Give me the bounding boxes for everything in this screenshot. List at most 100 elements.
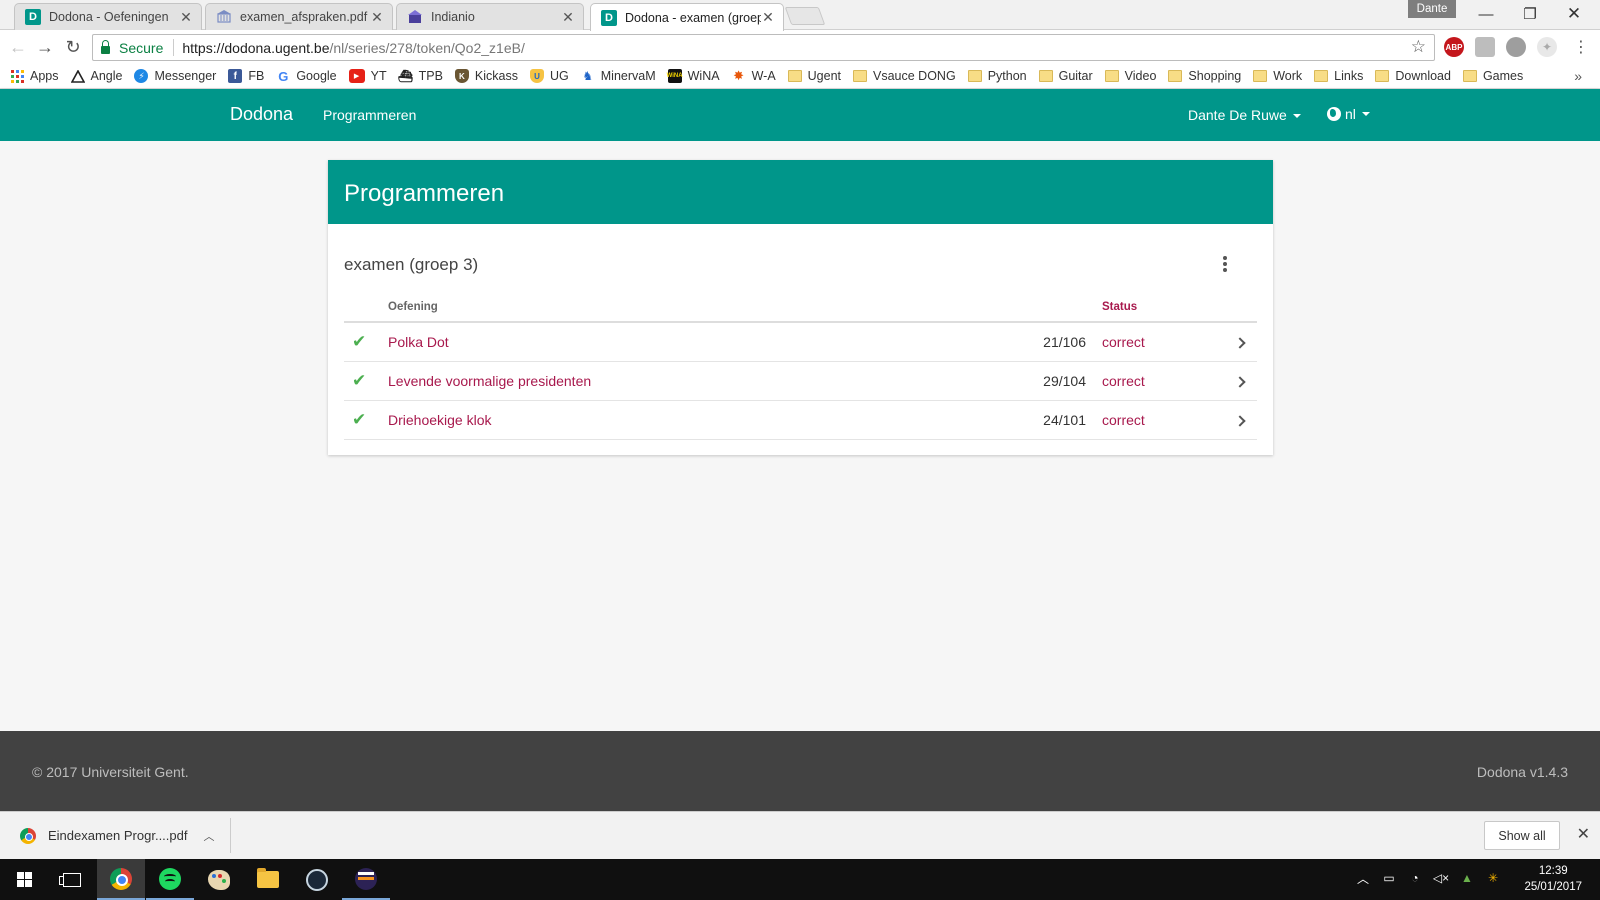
- close-tab-icon[interactable]: ✕: [561, 9, 575, 26]
- drive-sync-icon[interactable]: ▲: [1460, 871, 1474, 885]
- status-link[interactable]: correct: [1102, 400, 1222, 440]
- bookmark-angle[interactable]: Angle: [70, 69, 122, 83]
- bookmark-apps[interactable]: Apps: [10, 69, 59, 83]
- browser-menu-icon[interactable]: ⋮: [1569, 35, 1593, 59]
- bookmark-tpb[interactable]: ⛴ TPB: [398, 69, 443, 83]
- close-tab-icon[interactable]: ✕: [761, 9, 775, 26]
- show-all-button[interactable]: Show all: [1484, 821, 1560, 850]
- bookmark-yt[interactable]: ▶ YT: [348, 69, 387, 83]
- chevron-right-icon[interactable]: [1233, 415, 1246, 427]
- profile-badge[interactable]: Dante: [1408, 0, 1456, 18]
- bookmarks-bar: Apps Angle ⚡ Messenger f FB G Google ▶ YT ⛴ T…: [0, 64, 1600, 89]
- new-tab-button[interactable]: [784, 7, 826, 25]
- browser-tab[interactable]: Indianio ✕: [396, 3, 584, 30]
- download-filename: Eindexamen Progr....pdf: [48, 828, 188, 843]
- taskbar-explorer[interactable]: [244, 859, 292, 900]
- taskbar-paint[interactable]: [195, 859, 243, 900]
- close-shelf-icon[interactable]: ✕: [1577, 824, 1590, 844]
- address-bar[interactable]: Secure https://dodona.ugent.be/nl/series…: [92, 34, 1435, 61]
- bookmark-label: Messenger: [154, 69, 217, 83]
- taskbar-spotify[interactable]: [146, 859, 194, 900]
- table-row[interactable]: ✔ Levende voormalige presidenten 29/104 …: [344, 361, 1257, 401]
- exercise-link[interactable]: Levende voormalige presidenten: [388, 361, 992, 401]
- status-link[interactable]: correct: [1102, 322, 1222, 362]
- exercise-link[interactable]: Driehoekige klok: [388, 400, 992, 440]
- extension-leaf-icon[interactable]: ✦: [1537, 37, 1557, 57]
- paint-icon: [208, 869, 230, 890]
- bookmark-folder-ugent[interactable]: Ugent: [787, 69, 841, 83]
- download-item[interactable]: Eindexamen Progr....pdf ︿: [16, 818, 231, 853]
- caret-down-icon: [1292, 114, 1301, 119]
- more-options-icon[interactable]: [1219, 254, 1231, 274]
- wifi-icon[interactable]: ◔: [1408, 871, 1422, 885]
- back-arrow-icon[interactable]: ←: [6, 35, 30, 59]
- chevron-up-icon[interactable]: ︿: [203, 828, 214, 844]
- bookmark-folder-games[interactable]: Games: [1462, 69, 1524, 83]
- page-footer: © 2017 Universiteit Gent. Dodona v1.4.3: [0, 731, 1600, 811]
- bookmark-folder-vsauce[interactable]: Vsauce DONG: [853, 69, 956, 83]
- photos-icon[interactable]: ✳: [1486, 871, 1500, 885]
- bookmark-wina[interactable]: WiNA WiNA: [667, 69, 720, 83]
- close-window-icon[interactable]: ✕: [1552, 0, 1596, 28]
- checkmark-icon: ✔: [352, 331, 367, 351]
- battery-icon[interactable]: ▭: [1382, 871, 1396, 885]
- bookmark-fb[interactable]: f FB: [228, 69, 264, 83]
- bookmark-folder-shopping[interactable]: Shopping: [1168, 69, 1241, 83]
- nav-link-programmeren[interactable]: Programmeren: [323, 107, 416, 123]
- bookmark-wa[interactable]: ✸ W-A: [732, 68, 776, 83]
- folder-icon: [1038, 70, 1053, 82]
- bookmark-folder-download[interactable]: Download: [1375, 69, 1451, 83]
- browser-tab-active[interactable]: D Dodona - examen (groep ✕: [590, 3, 784, 31]
- forward-arrow-icon[interactable]: →: [33, 35, 57, 59]
- minimize-icon[interactable]: —: [1464, 0, 1508, 28]
- bookmark-label: Vsauce DONG: [873, 69, 956, 83]
- volume-muted-icon[interactable]: ◁×: [1433, 871, 1449, 885]
- bookmark-kickass[interactable]: K Kickass: [454, 69, 518, 83]
- bookmark-label: Games: [1482, 69, 1524, 83]
- bookmark-minervam[interactable]: ♞ MinervaM: [581, 69, 655, 83]
- language-menu[interactable]: nl: [1327, 106, 1370, 122]
- table-row[interactable]: ✔ Driehoekige klok 24/101 correct: [344, 400, 1257, 440]
- tab-title: Dodona - Oefeningen: [49, 10, 169, 24]
- bookmark-folder-video[interactable]: Video: [1104, 69, 1156, 83]
- bookmark-google[interactable]: G Google: [276, 69, 336, 84]
- bookmark-ug[interactable]: U UG: [530, 69, 569, 83]
- abp-icon[interactable]: ABP: [1444, 37, 1464, 57]
- brand-logo[interactable]: Dodona: [230, 104, 293, 125]
- user-menu[interactable]: Dante De Ruwe: [1188, 107, 1301, 123]
- tab-title: Dodona - examen (groep: [625, 10, 761, 25]
- restore-icon[interactable]: ❐: [1508, 0, 1552, 28]
- chevron-right-icon[interactable]: [1233, 337, 1246, 349]
- close-tab-icon[interactable]: ✕: [370, 9, 384, 26]
- start-button[interactable]: [0, 859, 48, 900]
- exercise-link[interactable]: Polka Dot: [388, 322, 992, 362]
- bookmark-label: Work: [1273, 69, 1303, 83]
- version-label: Dodona v1.4.3: [1476, 764, 1568, 780]
- bookmark-messenger[interactable]: ⚡ Messenger: [134, 69, 216, 83]
- bookmark-folder-work[interactable]: Work: [1253, 69, 1302, 83]
- drive-icon[interactable]: [1475, 37, 1495, 57]
- close-tab-icon[interactable]: ✕: [179, 9, 193, 26]
- bookmarks-overflow-icon[interactable]: »: [1574, 68, 1582, 84]
- browser-tab[interactable]: D Dodona - Oefeningen ✕: [14, 3, 202, 30]
- chrome-file-icon: [20, 827, 36, 844]
- bookmark-folder-python[interactable]: Python: [967, 69, 1027, 83]
- windows-taskbar: ︿ ▭ ◔ ◁× ▲ ✳ 12:39 25/01/2017: [0, 859, 1600, 900]
- status-link[interactable]: correct: [1102, 361, 1222, 401]
- column-header-check: [344, 293, 388, 323]
- bookmark-star-icon[interactable]: ☆: [1411, 37, 1426, 57]
- bookmark-folder-guitar[interactable]: Guitar: [1038, 69, 1093, 83]
- taskbar-eclipse[interactable]: [342, 859, 390, 900]
- system-clock[interactable]: 12:39 25/01/2017: [1524, 863, 1582, 895]
- taskbar-chrome[interactable]: [97, 859, 145, 900]
- task-view-button[interactable]: [48, 859, 96, 900]
- chevron-up-icon[interactable]: ︿: [1356, 871, 1370, 886]
- chevron-right-icon[interactable]: [1233, 376, 1246, 388]
- extension-circle-icon[interactable]: [1506, 37, 1526, 57]
- table-row[interactable]: ✔ Polka Dot 21/106 correct: [344, 322, 1257, 362]
- bookmark-folder-links[interactable]: Links: [1314, 69, 1363, 83]
- user-name: Dante De Ruwe: [1188, 107, 1287, 123]
- browser-tab[interactable]: examen_afspraken.pdf ✕: [205, 3, 393, 30]
- taskbar-steam[interactable]: [293, 859, 341, 900]
- reload-icon[interactable]: ↻: [61, 35, 85, 59]
